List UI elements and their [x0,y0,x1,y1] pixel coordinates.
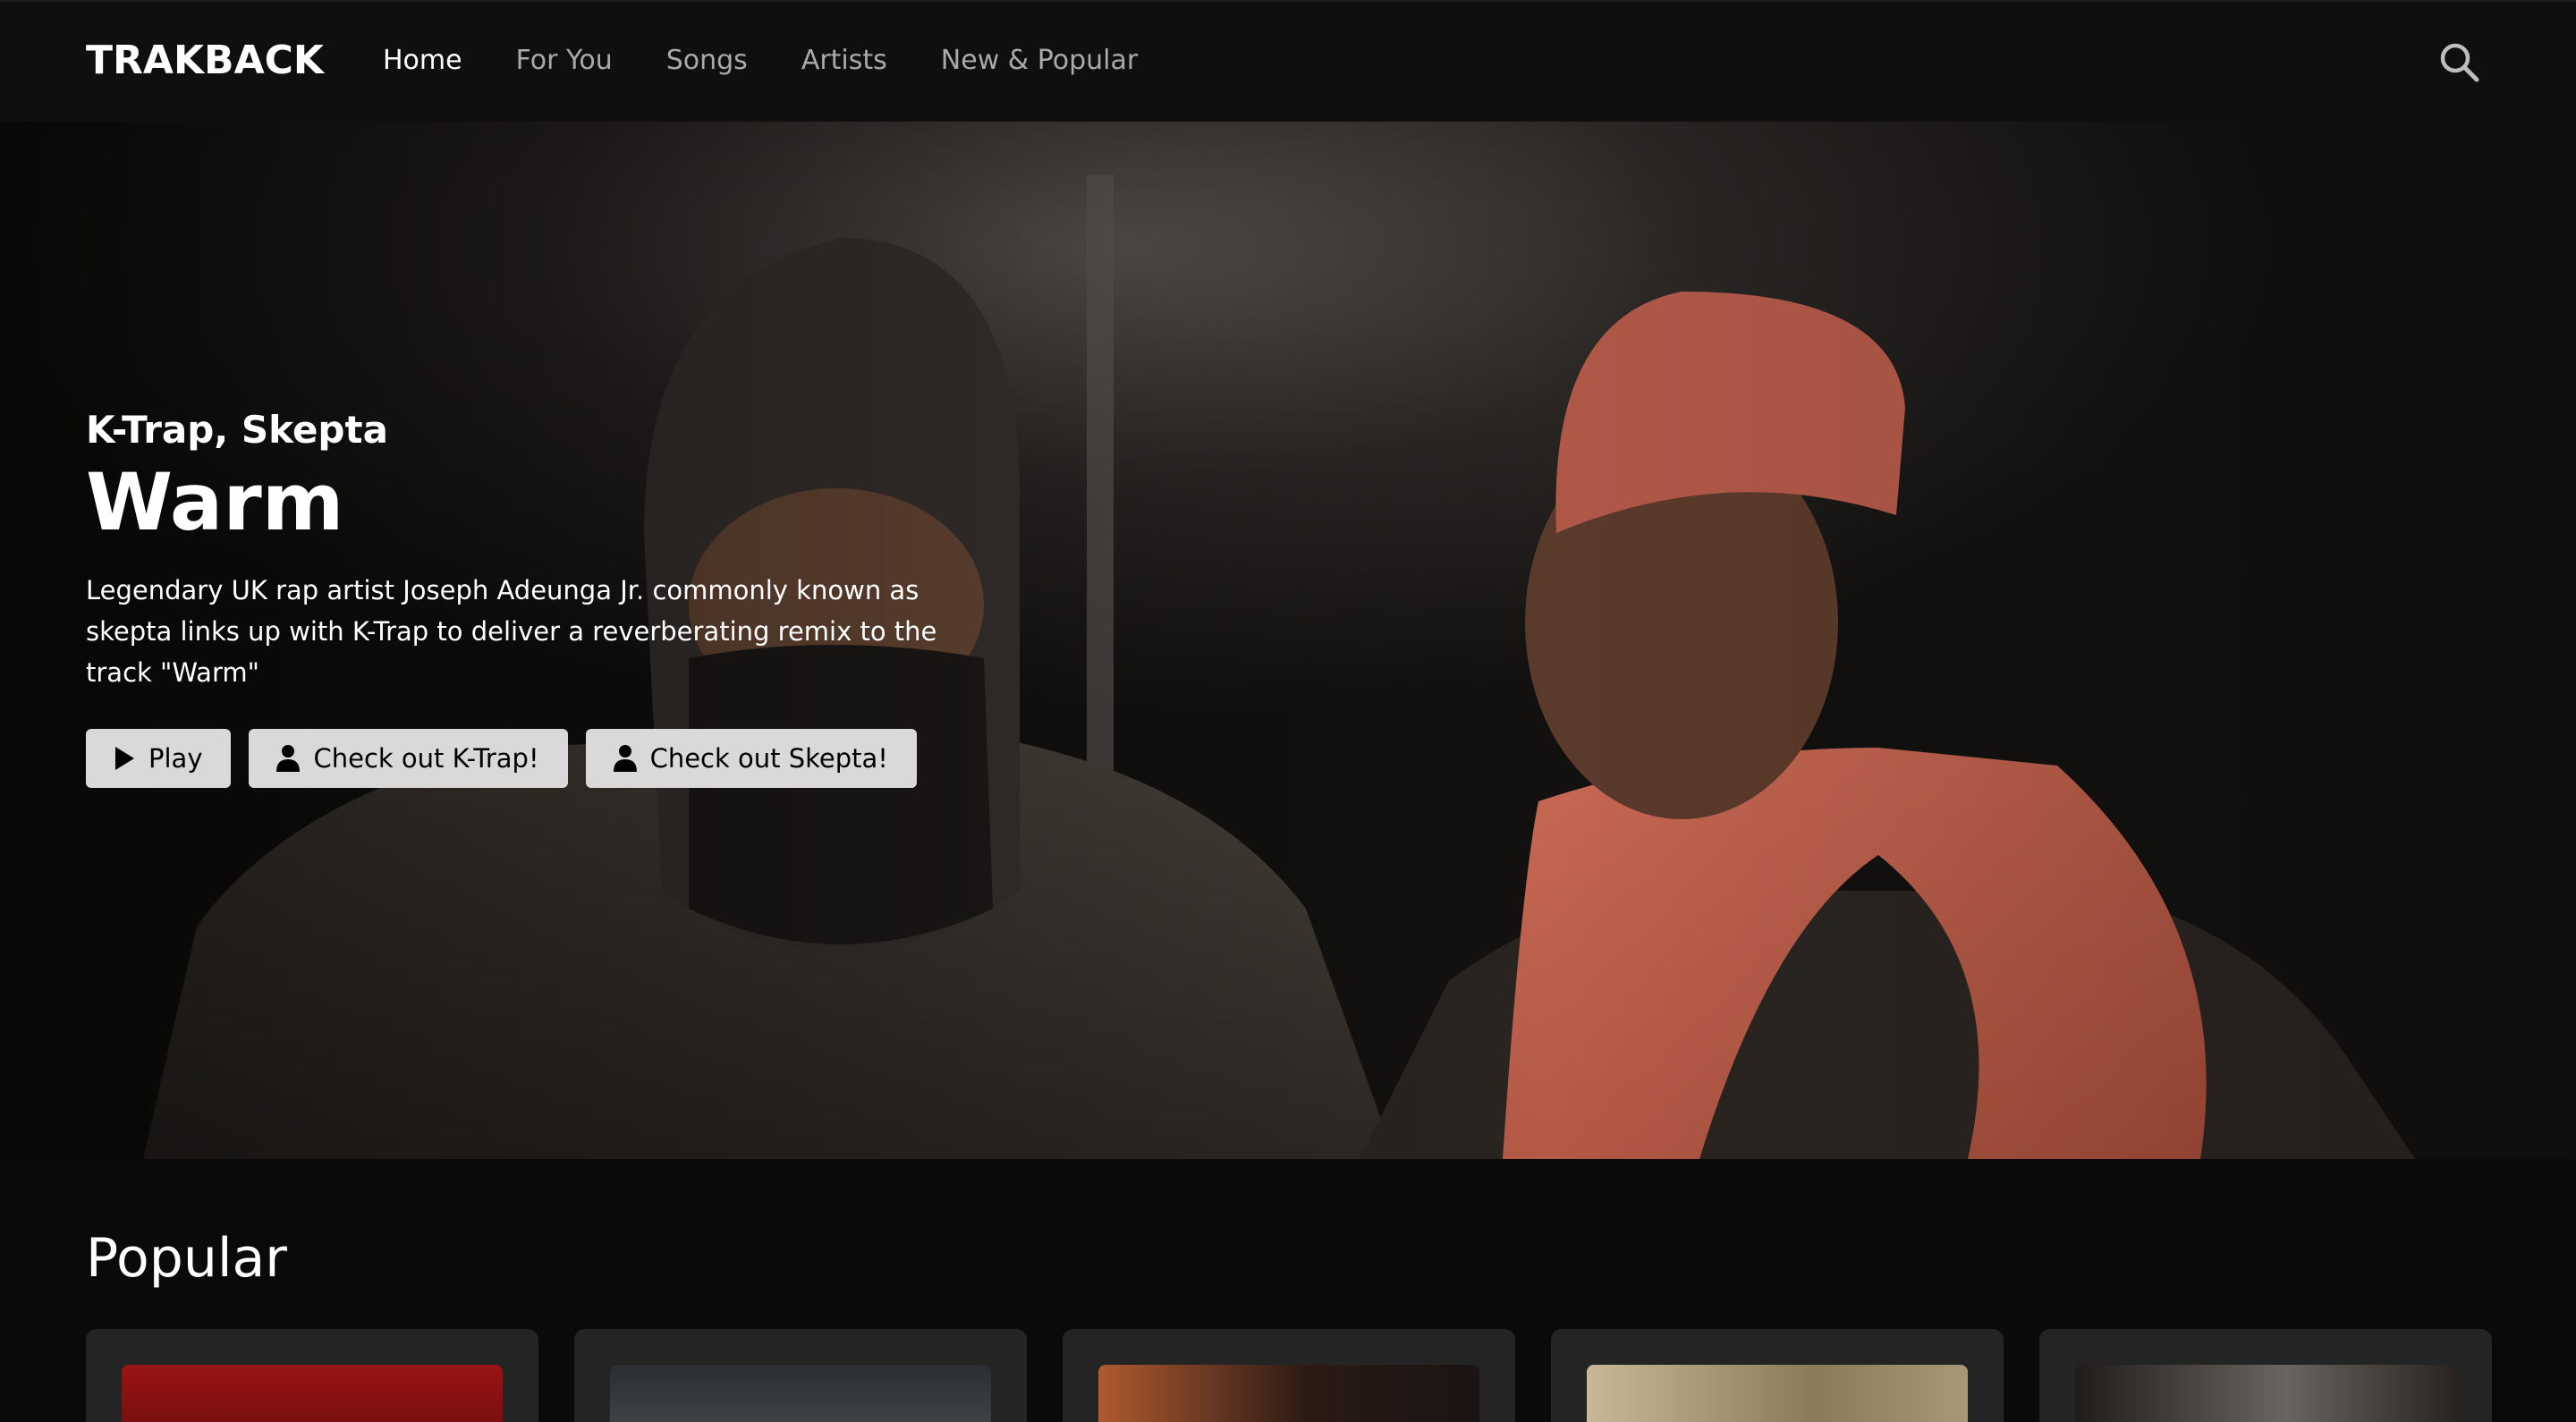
search-button[interactable] [2436,39,2483,86]
play-button-label: Play [148,743,203,774]
play-button[interactable]: Play [86,729,232,789]
popular-card-row [86,1329,2492,1422]
popular-card[interactable] [1063,1329,1515,1422]
nav-item-new-popular[interactable]: New & Popular [941,45,1138,76]
hero-banner: K-Trap, Skepta Warm Legendary UK rap art… [0,122,2576,1159]
main-nav: Home For You Songs Artists New & Popular [383,45,1191,76]
check-out-skepta-label: Check out Skepta! [649,743,888,774]
card-thumbnail [2075,1365,2456,1422]
hero-actions: Play Check out K-Trap! Check out Skepta! [86,729,1070,789]
nav-item-home[interactable]: Home [383,45,462,76]
popular-section-heading: Popular [86,1227,287,1290]
person-icon [276,745,301,773]
card-thumbnail [122,1365,503,1422]
top-navbar: TRAKBACK Home For You Songs Artists New … [0,0,2576,122]
nav-item-songs[interactable]: Songs [666,45,748,76]
play-icon [115,747,134,771]
popular-card[interactable] [2039,1329,2492,1422]
hero-artists: K-Trap, Skepta [86,408,388,452]
person-icon [613,745,637,773]
popular-card[interactable] [86,1329,538,1422]
hero-description: Legendary UK rap artist Joseph Adeunga J… [86,575,937,689]
card-thumbnail [1098,1365,1479,1422]
check-out-k-trap-button[interactable]: Check out K-Trap! [249,729,568,789]
nav-item-for-you[interactable]: For You [516,45,613,76]
hero-content: K-Trap, Skepta Warm Legendary UK rap art… [86,408,1070,789]
card-thumbnail [610,1365,991,1422]
popular-card[interactable] [574,1329,1027,1422]
search-icon [2440,43,2479,82]
card-thumbnail [1587,1365,1968,1422]
brand-logo[interactable]: TRAKBACK [86,38,324,83]
check-out-k-trap-label: Check out K-Trap! [313,743,539,774]
hero-track-title: Warm [86,456,344,549]
page: TRAKBACK Home For You Songs Artists New … [0,0,2576,1422]
popular-card[interactable] [1551,1329,2004,1422]
nav-item-artists[interactable]: Artists [801,45,887,76]
check-out-skepta-button[interactable]: Check out Skepta! [585,729,917,789]
